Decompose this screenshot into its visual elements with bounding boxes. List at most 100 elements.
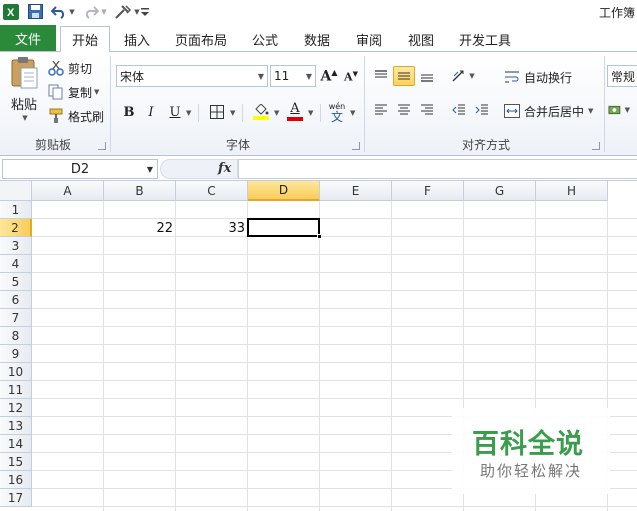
merge-dropdown-icon[interactable]: ▼: [588, 107, 593, 115]
insert-function-icon[interactable]: fx: [218, 161, 231, 176]
paste-icon: [11, 57, 38, 89]
font-color-button[interactable]: A: [284, 102, 306, 122]
font-name-select[interactable]: 宋体 ▼: [116, 65, 268, 87]
row-header-7[interactable]: 7: [0, 309, 32, 327]
merge-center-button[interactable]: 合并后居中 ▼: [504, 101, 593, 121]
paste-button[interactable]: 粘贴 ▼: [4, 56, 44, 124]
align-middle-button[interactable]: [393, 66, 415, 86]
decrease-indent-icon: [452, 104, 465, 115]
bold-button[interactable]: B: [118, 102, 140, 122]
formula-input[interactable]: [238, 159, 637, 179]
row-header-5[interactable]: 5: [0, 273, 32, 291]
column-header-g[interactable]: G: [464, 181, 536, 201]
row-header-2[interactable]: 2: [0, 219, 32, 237]
column-header-b[interactable]: B: [104, 181, 176, 201]
paste-dropdown-icon[interactable]: ▼: [22, 114, 27, 122]
align-right-icon: [421, 104, 433, 115]
alignment-launcher-icon[interactable]: [592, 142, 600, 150]
name-box[interactable]: D2 ▼: [2, 159, 158, 179]
align-bottom-icon: [421, 74, 433, 82]
underline-button[interactable]: U: [164, 102, 186, 122]
orientation-button[interactable]: ▼: [450, 66, 476, 86]
number-format-select[interactable]: 常规: [607, 65, 637, 87]
row-header-3[interactable]: 3: [0, 237, 32, 255]
wrap-text-button[interactable]: 自动换行: [504, 67, 572, 87]
underline-dropdown-icon[interactable]: ▼: [186, 109, 191, 117]
row-header-10[interactable]: 10: [0, 363, 32, 381]
align-center-button[interactable]: [393, 100, 415, 120]
row-header-17[interactable]: 17: [0, 489, 32, 507]
tab-formulas[interactable]: 公式: [242, 27, 288, 52]
row-header-12[interactable]: 12: [0, 399, 32, 417]
shrink-font-icon: A▼: [344, 68, 358, 84]
grid-line: [32, 272, 637, 273]
borders-dropdown-icon[interactable]: ▼: [230, 109, 235, 117]
customize-qat-icon[interactable]: [140, 3, 150, 20]
column-header-e[interactable]: E: [320, 181, 392, 201]
tab-home[interactable]: 开始: [60, 26, 110, 53]
fill-handle[interactable]: [317, 234, 322, 239]
align-right-button[interactable]: [416, 100, 438, 120]
phonetic-button[interactable]: wén 文: [326, 100, 348, 124]
row-header-8[interactable]: 8: [0, 327, 32, 345]
row-header-4[interactable]: 4: [0, 255, 32, 273]
row-header-11[interactable]: 11: [0, 381, 32, 399]
fill-color-dropdown-icon[interactable]: ▼: [274, 109, 279, 117]
cell-c2[interactable]: 33: [176, 219, 248, 237]
align-top-button[interactable]: [370, 66, 392, 86]
shrink-font-button[interactable]: A▼: [340, 66, 362, 86]
phonetic-bottom-text: 文: [330, 109, 343, 124]
italic-button[interactable]: I: [140, 102, 162, 122]
phonetic-dropdown-icon[interactable]: ▼: [350, 109, 355, 117]
copy-dropdown-icon[interactable]: ▼: [94, 88, 99, 96]
align-left-button[interactable]: [370, 100, 392, 120]
row-header-6[interactable]: 6: [0, 291, 32, 309]
grid-line: [32, 290, 637, 291]
tab-view[interactable]: 视图: [398, 27, 444, 52]
column-header-f[interactable]: F: [392, 181, 464, 201]
fill-color-button[interactable]: [250, 102, 272, 122]
ribbon-home: 粘贴 ▼ 剪切 复制 ▼ 格式刷 剪贴板 宋体 ▼ 11 ▼ A▲ A▼ B I…: [0, 52, 637, 156]
row-header-14[interactable]: 14: [0, 435, 32, 453]
column-header-a[interactable]: A: [32, 181, 104, 201]
merge-center-label: 合并后居中: [524, 104, 585, 119]
tools-icon[interactable]: ▼: [113, 3, 141, 20]
cell-b2[interactable]: 22: [104, 219, 176, 237]
row-header-9[interactable]: 9: [0, 345, 32, 363]
undo-icon[interactable]: ▼: [49, 3, 77, 20]
save-icon[interactable]: [26, 3, 44, 20]
row-header-16[interactable]: 16: [0, 471, 32, 489]
font-launcher-icon[interactable]: [352, 142, 360, 150]
font-size-select[interactable]: 11 ▼: [270, 65, 316, 87]
column-header-c[interactable]: C: [176, 181, 248, 201]
tab-file[interactable]: 文件: [0, 25, 56, 51]
cut-button[interactable]: 剪切: [48, 58, 92, 78]
scissors-icon: [48, 60, 64, 76]
text-orientation-icon: [452, 70, 464, 82]
tab-data[interactable]: 数据: [294, 27, 340, 52]
column-header-d[interactable]: D: [248, 181, 320, 201]
row-header-1[interactable]: 1: [0, 201, 32, 219]
column-header-h[interactable]: H: [536, 181, 608, 201]
select-all-button[interactable]: [0, 181, 32, 201]
accounting-format-button[interactable]: ▼: [608, 100, 630, 120]
tab-insert[interactable]: 插入: [114, 27, 160, 52]
decrease-indent-button[interactable]: [448, 100, 470, 120]
row-header-13[interactable]: 13: [0, 417, 32, 435]
clipboard-launcher-icon[interactable]: [98, 142, 106, 150]
tab-developer[interactable]: 开发工具: [450, 27, 520, 52]
chevron-down-icon[interactable]: ▼: [147, 165, 153, 174]
grow-font-button[interactable]: A▲: [318, 66, 340, 86]
align-bottom-button[interactable]: [416, 66, 438, 86]
format-painter-button[interactable]: 格式刷: [48, 106, 104, 126]
copy-button[interactable]: 复制 ▼: [48, 82, 99, 102]
active-cell-d2[interactable]: [247, 218, 320, 237]
font-color-dropdown-icon[interactable]: ▼: [308, 109, 313, 117]
tab-page-layout[interactable]: 页面布局: [166, 27, 236, 52]
excel-app-icon[interactable]: X: [2, 3, 20, 20]
redo-icon[interactable]: ▼: [81, 3, 109, 20]
borders-button[interactable]: [206, 102, 228, 122]
row-header-15[interactable]: 15: [0, 453, 32, 471]
tab-review[interactable]: 审阅: [346, 27, 392, 52]
increase-indent-button[interactable]: [471, 100, 493, 120]
